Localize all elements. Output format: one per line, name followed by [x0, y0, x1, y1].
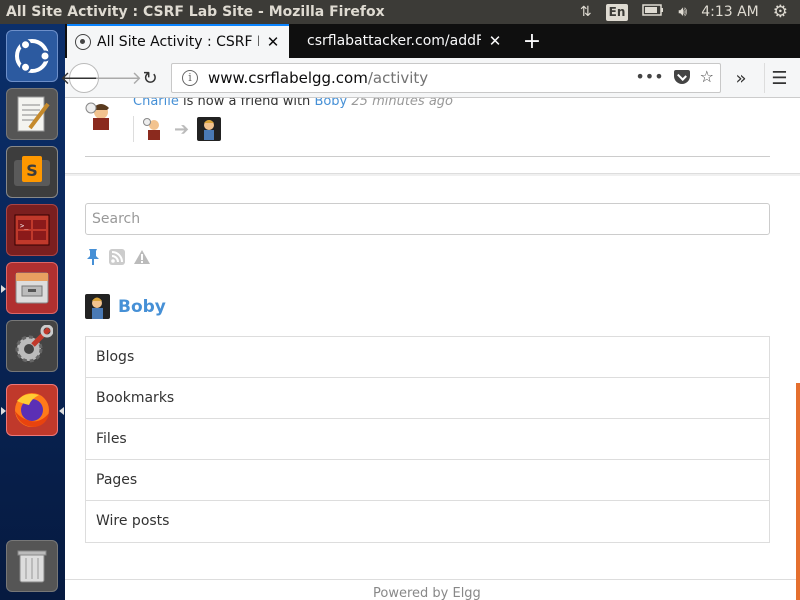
trash-icon[interactable] — [6, 540, 58, 592]
terminal-icon[interactable]: >_ — [6, 204, 58, 256]
menu-item-bookmarks[interactable]: Bookmarks — [86, 378, 769, 419]
url-host: www.csrflabelgg.com — [208, 69, 368, 87]
window-title: All Site Activity : CSRF Lab Site - Mozi… — [6, 4, 385, 20]
new-tab-icon[interactable]: + — [517, 24, 547, 58]
activity-summary: Charlie is now a friend with Boby 25 min… — [133, 98, 453, 109]
owner-block: Boby — [85, 294, 166, 319]
battery-icon[interactable] — [642, 4, 664, 20]
sidebar: Boby Blogs Bookmarks Files Pages Wire po… — [65, 176, 800, 586]
sublime-text-icon[interactable]: S — [6, 146, 58, 198]
tab-title: All Site Activity : CSRF La — [97, 34, 259, 50]
search-input[interactable] — [85, 203, 770, 235]
pocket-icon[interactable] — [673, 69, 690, 84]
gear-icon[interactable]: ⚙ — [773, 2, 788, 22]
page-actions-icon[interactable]: ••• — [635, 67, 663, 86]
charlie-avatar[interactable] — [85, 102, 119, 132]
owner-name-link[interactable]: Boby — [118, 297, 166, 317]
menu-item-wire-posts[interactable]: Wire posts — [86, 501, 769, 542]
url-path: /activity — [367, 69, 429, 87]
menu-item-files[interactable]: Files — [86, 419, 769, 460]
elgg-favicon-icon — [75, 34, 91, 50]
hamburger-menu-icon[interactable]: ☰ — [764, 63, 794, 93]
ubuntu-dash-icon[interactable] — [6, 30, 58, 82]
firefox-window: All Site Activity : CSRF La ✕ csrflabatt… — [60, 24, 800, 600]
page-viewport: Charlie is now a friend with Boby 25 min… — [65, 98, 800, 600]
forward-button[interactable]: 🡒 — [94, 63, 142, 93]
system-settings-icon[interactable] — [6, 320, 58, 372]
tab-attacker[interactable]: csrflabattacker.com/addFri ✕ — [291, 24, 513, 58]
activity-subject-link[interactable]: Charlie — [133, 98, 179, 109]
info-icon[interactable]: i — [182, 70, 198, 86]
navigation-bar: 🡐 🡒 ↻ i www.csrflabelgg.com/activity •••… — [60, 58, 800, 98]
report-warning-icon[interactable] — [133, 249, 151, 269]
activity-river: Charlie is now a friend with Boby 25 min… — [65, 98, 800, 174]
keyboard-layout-indicator[interactable]: En — [605, 3, 629, 21]
svg-text:>_: >_ — [20, 222, 29, 230]
owner-menu: Blogs Bookmarks Files Pages Wire posts — [85, 336, 770, 543]
page-footer: Powered by Elgg — [65, 579, 800, 600]
menu-item-blogs[interactable]: Blogs — [86, 337, 769, 378]
launcher: S >_ — [0, 24, 65, 600]
reload-button[interactable]: ↻ — [135, 63, 165, 93]
activity-text: is now a friend with — [178, 98, 315, 109]
firefox-icon[interactable] — [1, 384, 64, 436]
svg-text:S: S — [26, 161, 38, 180]
url-actions: ••• ☆ — [635, 67, 714, 86]
top-panel: All Site Activity : CSRF Lab Site - Mozi… — [0, 0, 800, 24]
close-tab-icon[interactable]: ✕ — [265, 33, 281, 51]
text-editor-icon[interactable] — [6, 88, 58, 140]
scrollbar[interactable] — [796, 383, 800, 600]
system-tray: ⇅ En 🔊︎ 4:13 AM ⚙ — [580, 0, 800, 24]
rss-icon[interactable] — [109, 249, 125, 269]
close-tab-icon[interactable]: ✕ — [487, 32, 503, 50]
clock[interactable]: 4:13 AM — [701, 4, 759, 20]
owner-actions — [85, 248, 151, 270]
arrow-right-icon: ➔ — [174, 118, 190, 140]
tab-bar: All Site Activity : CSRF La ✕ csrflabatt… — [65, 24, 800, 58]
bookmark-star-icon[interactable]: ☆ — [700, 67, 714, 86]
url-bar[interactable]: i www.csrflabelgg.com/activity ••• ☆ — [171, 63, 721, 93]
powered-by-link[interactable]: Powered by Elgg — [373, 586, 481, 600]
charlie-small-avatar[interactable] — [142, 117, 166, 141]
activity-object-link[interactable]: Boby — [314, 98, 347, 109]
activity-time: 25 minutes ago — [347, 98, 453, 109]
tab-title: csrflabattacker.com/addFri — [307, 33, 481, 49]
pin-icon[interactable] — [85, 248, 101, 270]
network-icon[interactable]: ⇅ — [580, 4, 592, 20]
tab-activity[interactable]: All Site Activity : CSRF La ✕ — [67, 24, 289, 58]
boby-avatar[interactable] — [85, 294, 110, 319]
boby-small-avatar[interactable] — [197, 117, 222, 141]
friendship-attachment: ➔ — [133, 116, 222, 142]
divider — [85, 156, 770, 157]
menu-item-pages[interactable]: Pages — [86, 460, 769, 501]
overflow-menu-icon[interactable]: » — [726, 63, 756, 93]
volume-icon[interactable]: 🔊︎ — [678, 4, 687, 20]
file-manager-icon[interactable] — [1, 262, 58, 314]
